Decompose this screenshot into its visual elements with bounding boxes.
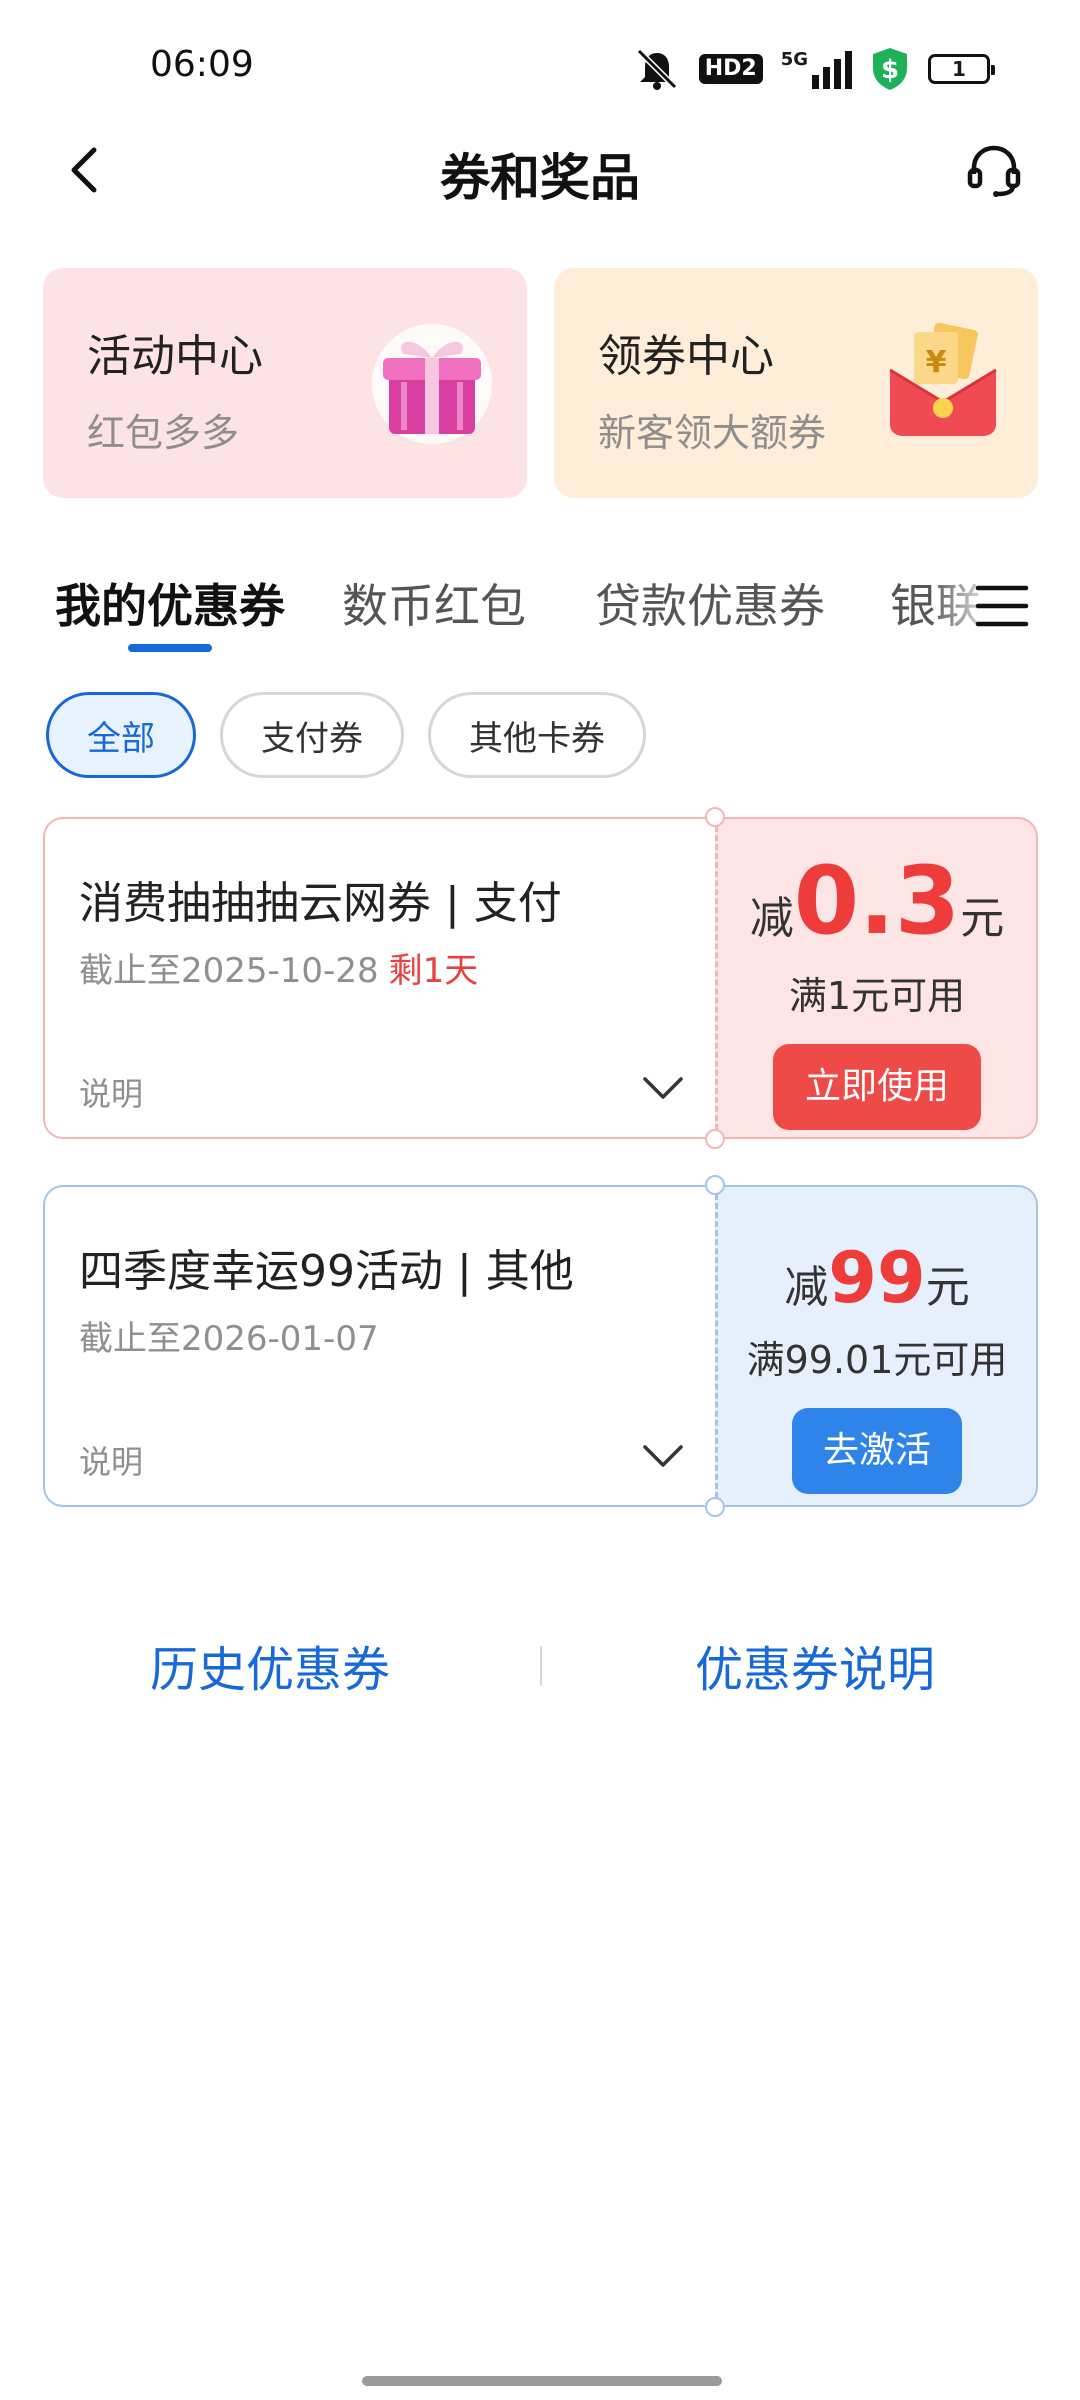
coupon-tabs: 我的优惠券 数币红包 贷款优惠券 银联 bbox=[0, 560, 1080, 660]
gift-box-icon bbox=[372, 324, 492, 444]
mute-bell-icon bbox=[636, 48, 677, 90]
chevron-down-icon[interactable] bbox=[641, 1441, 685, 1471]
svg-text:$: $ bbox=[881, 55, 899, 85]
coupon-notch bbox=[705, 1175, 725, 1195]
status-time: 06:09 bbox=[150, 44, 254, 85]
coupon-value-panel: 减99元 满99.01元可用 去激活 bbox=[715, 1185, 1038, 1507]
status-icons: HD2 5G $ 1 bbox=[633, 46, 995, 92]
coupon-card: 四季度幸运99活动 | 其他 截止至2026-01-07 说明 减99元 满99… bbox=[43, 1175, 1038, 1517]
network-type-label: 5G bbox=[780, 49, 808, 70]
coupon-condition: 满99.01元可用 bbox=[746, 1338, 1008, 1382]
coupon-note[interactable]: 说明 bbox=[79, 1069, 143, 1115]
coupon-expiry-date: 截止至2026-01-07 bbox=[79, 1319, 379, 1359]
history-coupons-link[interactable]: 历史优惠券 bbox=[150, 1630, 390, 1700]
tab-indicator bbox=[128, 644, 212, 652]
coupon-expiry: 截止至2026-01-07 bbox=[79, 1311, 379, 1360]
tab-digital-red-packet[interactable]: 数币红包 bbox=[342, 570, 526, 636]
status-bar: 06:09 HD2 5G $ 1 bbox=[0, 0, 1080, 120]
coupon-info: 消费抽抽抽云网券 | 支付 截止至2025-10-28 剩1天 说明 bbox=[43, 817, 715, 1139]
coupon-card: 消费抽抽抽云网券 | 支付 截止至2025-10-28 剩1天 说明 减0.3元 … bbox=[43, 807, 1038, 1149]
coupon-center-card[interactable]: 领券中心 新客领大额券 ¥ bbox=[554, 268, 1038, 498]
shield-dollar-icon: $ bbox=[873, 48, 907, 90]
amount-prefix: 减 bbox=[749, 893, 794, 944]
filter-all[interactable]: 全部 bbox=[46, 692, 196, 778]
coupon-value-panel: 减0.3元 满1元可用 立即使用 bbox=[715, 817, 1038, 1139]
filter-payment[interactable]: 支付券 bbox=[220, 692, 404, 778]
amount-prefix: 减 bbox=[784, 1262, 829, 1313]
coupon-notch bbox=[705, 1497, 725, 1517]
coupons-page: 06:09 HD2 5G $ 1 券和奖品 活动中心 红包多多 领券中心 新客领… bbox=[0, 0, 1080, 2400]
battery-icon: 1 bbox=[928, 54, 995, 84]
link-divider bbox=[540, 1646, 542, 1686]
coupon-amount-line: 减0.3元 bbox=[718, 855, 1036, 949]
coupon-expiry-date: 截止至2025-10-28 bbox=[79, 951, 379, 991]
activity-center-card[interactable]: 活动中心 红包多多 bbox=[43, 268, 527, 498]
coupon-notch bbox=[705, 807, 725, 827]
menu-icon[interactable] bbox=[974, 578, 1030, 634]
use-now-button[interactable]: 立即使用 bbox=[773, 1044, 981, 1130]
filter-chips: 全部 支付券 其他卡券 bbox=[46, 692, 646, 778]
activate-button[interactable]: 去激活 bbox=[792, 1408, 962, 1494]
promo-row: 活动中心 红包多多 领券中心 新客领大额券 ¥ bbox=[43, 268, 1038, 498]
coupon-remaining: 剩1天 bbox=[388, 951, 479, 991]
bottom-links: 历史优惠券 优惠券说明 bbox=[0, 1630, 1080, 1700]
coupon-title: 四季度幸运99活动 | 其他 bbox=[79, 1246, 574, 1297]
coupon-note[interactable]: 说明 bbox=[79, 1437, 143, 1483]
coupon-info: 四季度幸运99活动 | 其他 截止至2026-01-07 说明 bbox=[43, 1185, 715, 1507]
signal-icon: 5G bbox=[781, 49, 852, 89]
battery-level: 1 bbox=[952, 57, 966, 81]
tab-loan-coupons[interactable]: 贷款优惠券 bbox=[595, 570, 825, 636]
tab-my-coupons[interactable]: 我的优惠券 bbox=[55, 570, 285, 636]
page-title: 券和奖品 bbox=[440, 149, 640, 207]
chevron-down-icon[interactable] bbox=[641, 1073, 685, 1103]
coupon-title: 消费抽抽抽云网券 | 支付 bbox=[79, 878, 562, 929]
amount-unit: 元 bbox=[925, 1262, 970, 1313]
coupon-condition: 满1元可用 bbox=[788, 974, 966, 1018]
headset-icon[interactable] bbox=[964, 140, 1024, 200]
amount-value: 0.3 bbox=[793, 847, 961, 956]
hd-icon: HD2 bbox=[698, 54, 763, 84]
coupon-amount-line: 减99元 bbox=[718, 1243, 1036, 1313]
amount-unit: 元 bbox=[960, 893, 1005, 944]
coupon-explanation-link[interactable]: 优惠券说明 bbox=[695, 1630, 935, 1700]
header: 券和奖品 bbox=[0, 120, 1080, 220]
filter-other-cards[interactable]: 其他卡券 bbox=[428, 692, 646, 778]
coupon-notch bbox=[705, 1129, 725, 1149]
svg-text:¥: ¥ bbox=[926, 345, 947, 380]
red-envelope-icon: ¥ bbox=[889, 322, 997, 436]
amount-value: 99 bbox=[828, 1237, 926, 1319]
coupon-expiry: 截止至2025-10-28 剩1天 bbox=[79, 943, 478, 992]
home-indicator[interactable] bbox=[362, 2376, 722, 2386]
